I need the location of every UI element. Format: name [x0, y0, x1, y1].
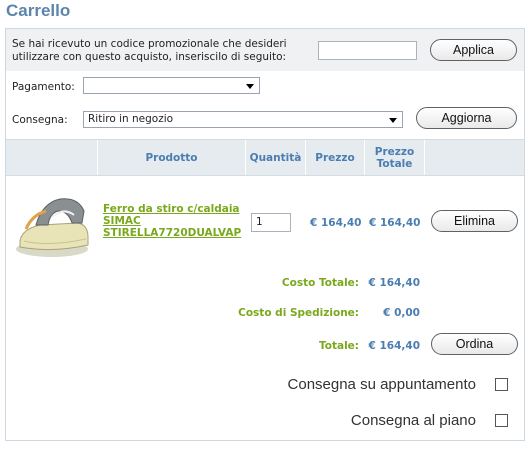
page-title: Carrello	[6, 1, 71, 20]
product-image[interactable]	[12, 189, 94, 259]
header-total-price: Prezzo Totale	[365, 140, 425, 175]
apply-button[interactable]: Applica	[430, 39, 517, 61]
shipping-cost-value: € 0,00	[383, 307, 420, 319]
update-button[interactable]: Aggiorna	[416, 107, 517, 129]
shipping-cost-label: Costo di Spedizione:	[238, 307, 359, 319]
header-product: Prodotto	[98, 140, 246, 175]
payment-select[interactable]	[83, 77, 260, 94]
header-quantity: Quantità	[246, 140, 306, 175]
cart-table-header: Prodotto Quantità Prezzo Prezzo Totale	[6, 139, 524, 176]
cart-panel: Se hai ricevuto un codice promozionale c…	[5, 28, 525, 441]
chevron-down-icon	[246, 84, 254, 89]
chevron-down-icon	[389, 118, 397, 123]
appointment-delivery-label: Consegna su appuntamento	[287, 376, 476, 393]
header-actions	[425, 140, 524, 175]
payment-label: Pagamento:	[12, 81, 75, 93]
floor-delivery-label: Consegna al piano	[350, 412, 476, 429]
header-price: Prezzo	[306, 140, 365, 175]
delivery-select[interactable]: Ritiro in negozio	[83, 111, 403, 128]
grand-total-label: Totale:	[318, 340, 359, 352]
row-total-price: € 164,40	[369, 217, 421, 229]
delivery-label: Consegna:	[12, 114, 68, 126]
promo-section: Se hai ricevuto un codice promozionale c…	[6, 29, 524, 71]
promo-text: Se hai ricevuto un codice promozionale c…	[12, 38, 287, 63]
header-image	[6, 140, 98, 175]
remove-button[interactable]: Elimina	[431, 210, 518, 232]
grand-total-value: € 164,40	[368, 340, 420, 352]
order-button[interactable]: Ordina	[431, 333, 518, 355]
total-cost-label: Costo Totale:	[281, 277, 359, 289]
quantity-input[interactable]: 1	[251, 213, 291, 232]
product-link[interactable]: Ferro da stiro c/caldaia SIMAC STIRELLA7…	[103, 203, 248, 239]
appointment-delivery-checkbox[interactable]	[495, 378, 508, 391]
floor-delivery-checkbox[interactable]	[495, 414, 508, 427]
total-cost-value: € 164,40	[368, 277, 420, 289]
unit-price: € 164,40	[310, 217, 362, 229]
delivery-selected-value: Ritiro in negozio	[88, 113, 174, 125]
promo-code-input[interactable]	[318, 41, 417, 60]
